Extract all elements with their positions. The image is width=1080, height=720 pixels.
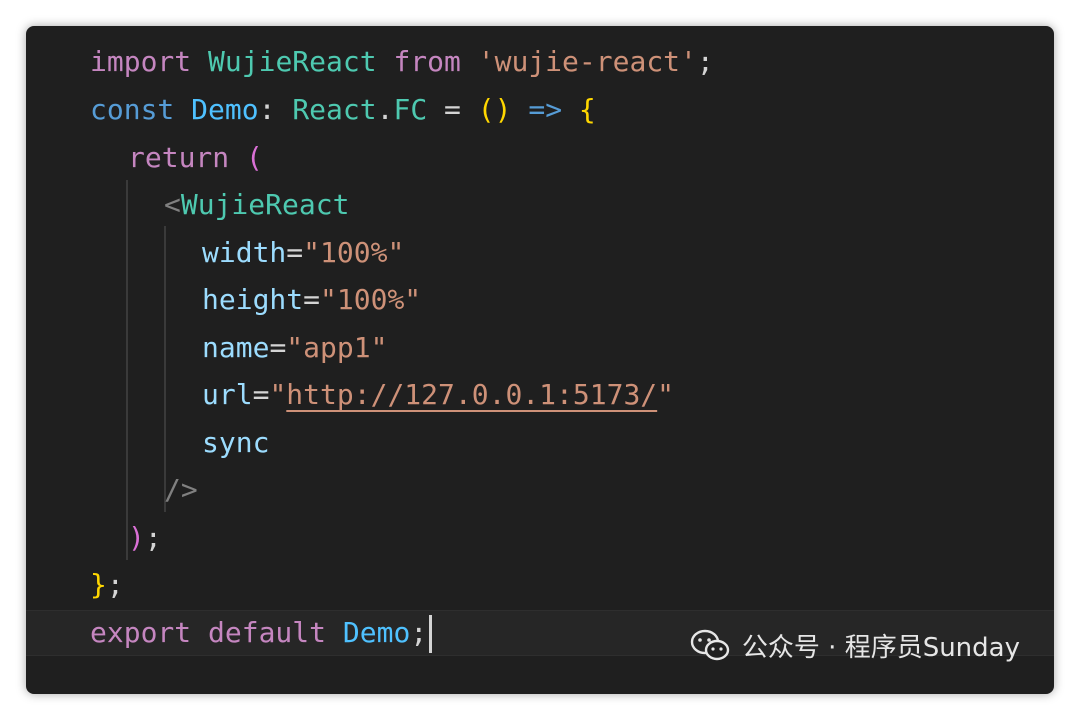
keyword: return	[128, 141, 230, 174]
operator: =	[286, 236, 304, 269]
code-line-5: width="100%"	[202, 231, 1054, 275]
attribute-name: sync	[202, 426, 270, 459]
punctuation: ;	[144, 521, 162, 554]
keyword: from	[393, 45, 461, 78]
attribute-value: "100%"	[320, 283, 422, 316]
keyword: import	[90, 45, 192, 78]
code-line-9: sync	[202, 421, 1054, 465]
code-line-4: <WujieReact	[164, 183, 1054, 227]
identifier: WujieReact	[208, 45, 377, 78]
attribute-name: height	[202, 283, 304, 316]
parens: ()	[477, 93, 512, 126]
quote: "	[657, 378, 675, 411]
brace: }	[90, 568, 107, 601]
code-line-3: return (	[128, 136, 1054, 180]
text-cursor	[429, 615, 433, 653]
tag-close: />	[164, 473, 198, 506]
code-line-11: );	[128, 516, 1054, 560]
watermark: 公众号 · 程序员Sunday	[690, 627, 1020, 664]
operator: =	[444, 93, 461, 126]
code-line-12: };	[90, 563, 1054, 607]
quote: "	[269, 378, 287, 411]
string-literal: 'wujie-react'	[477, 45, 697, 78]
tag-name: WujieReact	[180, 188, 350, 221]
punctuation: .	[376, 93, 394, 126]
brace: {	[578, 93, 596, 126]
code-line-2: const Demo: React.FC = () => {	[90, 88, 1054, 132]
code-editor[interactable]: import WujieReact from 'wujie-react'; co…	[26, 26, 1054, 694]
identifier: Demo	[191, 93, 259, 126]
attribute-name: name	[202, 331, 270, 364]
code-line-7: name="app1"	[202, 326, 1054, 370]
code-line-10: />	[164, 468, 1054, 512]
paren: (	[246, 141, 263, 174]
keyword: export default	[90, 616, 327, 649]
identifier: Demo	[342, 616, 411, 649]
code-line-1: import WujieReact from 'wujie-react';	[90, 40, 1054, 84]
watermark-text: 公众号 · 程序员Sunday	[741, 633, 1020, 663]
indent-guide	[126, 180, 128, 560]
attribute-value: "app1"	[286, 331, 388, 364]
paren: )	[128, 521, 145, 554]
tag-punctuation: <	[164, 188, 181, 221]
type-name: FC	[393, 93, 428, 126]
punctuation: ;	[410, 616, 428, 649]
code-line-8: url="http://127.0.0.1:5173/"	[202, 373, 1054, 417]
punctuation: ;	[106, 568, 124, 601]
keyword: const	[90, 93, 175, 126]
code-line-6: height="100%"	[202, 278, 1054, 322]
operator: =	[252, 378, 270, 411]
namespace: React	[292, 93, 377, 126]
operator: =	[269, 331, 287, 364]
attribute-name: url	[202, 378, 253, 411]
operator: =	[303, 283, 321, 316]
attribute-value: "100%"	[303, 236, 405, 269]
attribute-name: width	[202, 236, 287, 269]
url-link[interactable]: http://127.0.0.1:5173/	[286, 378, 657, 411]
punctuation: :	[258, 93, 276, 126]
wechat-icon	[690, 629, 730, 660]
punctuation: ;	[696, 45, 714, 78]
arrow: =>	[528, 93, 563, 126]
